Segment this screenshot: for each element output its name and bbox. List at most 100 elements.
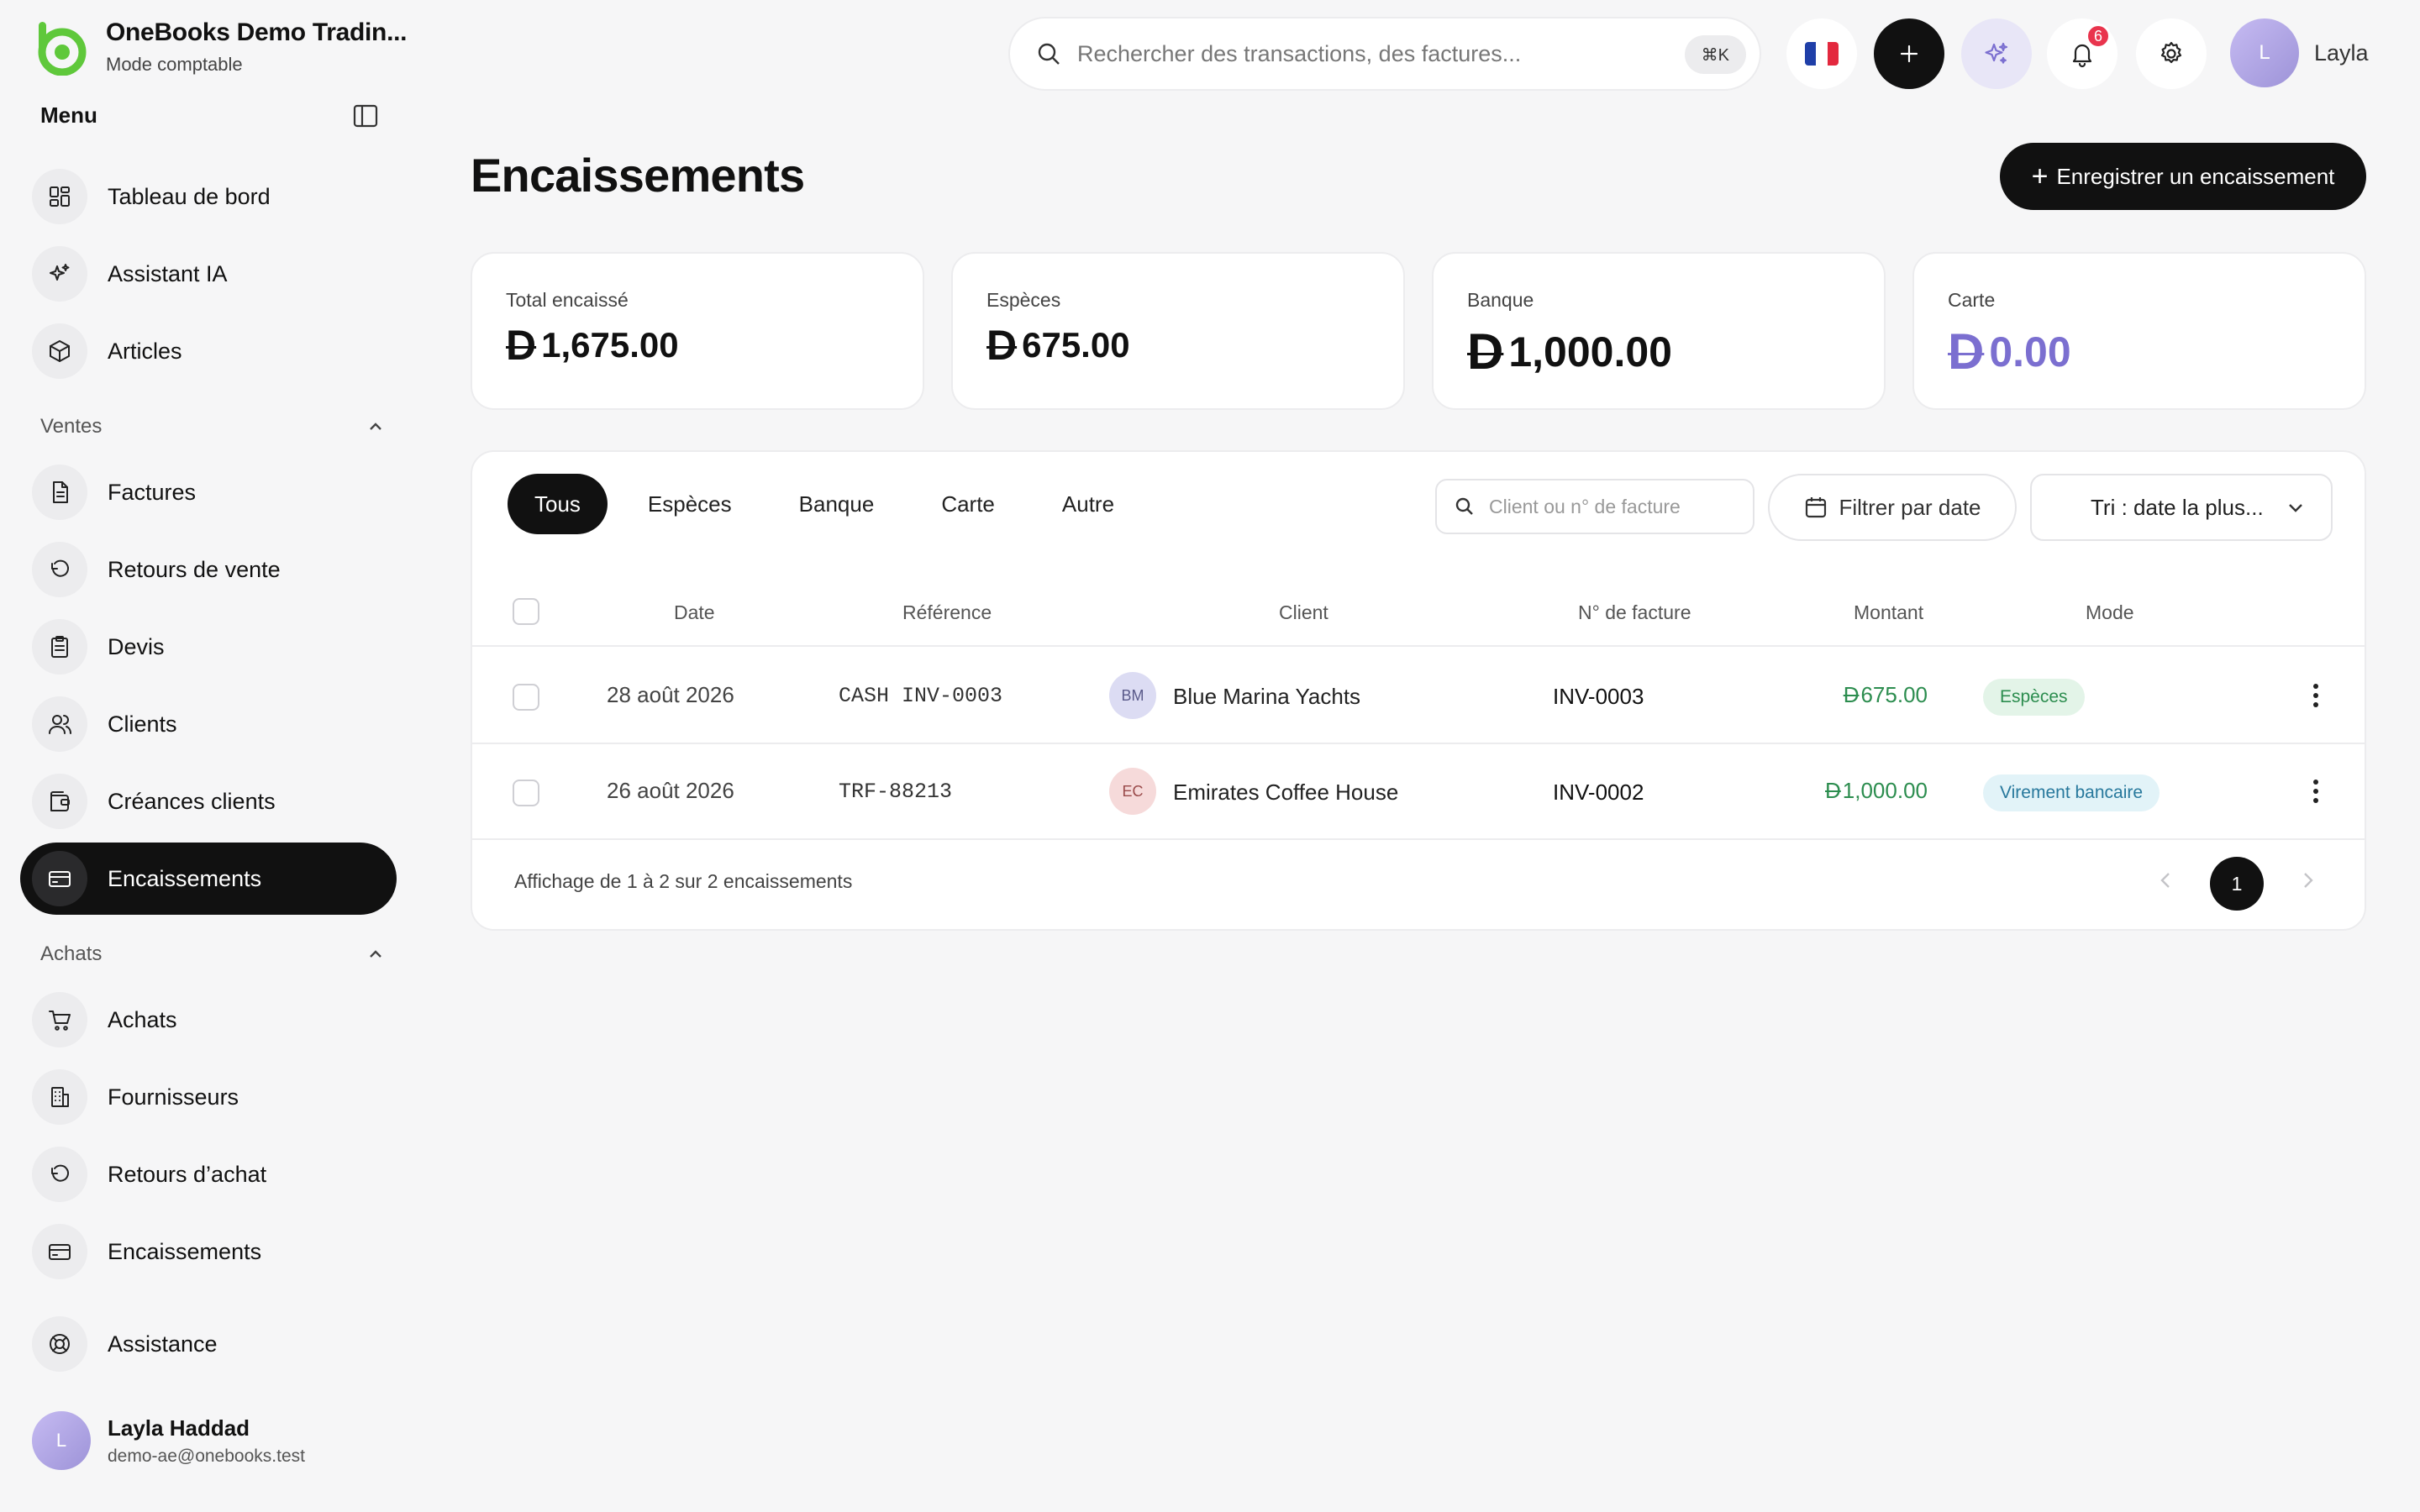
box-icon — [32, 323, 87, 379]
row-actions-icon[interactable] — [2301, 677, 2331, 714]
tab-autre[interactable]: Autre — [1035, 474, 1141, 534]
notifications-button[interactable]: 6 — [2047, 18, 2118, 89]
sidebar-item-retours-d-achat[interactable]: Retours d’achat — [20, 1138, 397, 1210]
row-amount-value: 675.00 — [1860, 682, 1928, 707]
undo-icon-svg — [51, 1164, 69, 1182]
dashboard-icon — [32, 169, 87, 224]
undo-icon — [32, 1147, 87, 1202]
sidebar-item-label: Devis — [108, 633, 165, 659]
col-invoice[interactable]: N° de facture — [1578, 601, 1691, 624]
sparkles-icon — [1985, 42, 2008, 64]
row-client[interactable]: Blue Marina Yachts — [1173, 684, 1360, 710]
table-row[interactable]: 28 août 2026 CASH INV-0003 BM Blue Marina Y… — [472, 648, 2365, 744]
row-actions-icon[interactable] — [2301, 773, 2331, 810]
col-client[interactable]: Client — [1279, 601, 1328, 624]
client-search[interactable] — [1435, 479, 1754, 534]
next-page-button[interactable] — [2291, 864, 2324, 897]
global-search[interactable]: ⌘K — [1008, 17, 1761, 91]
row-amount-value: 1,000.00 — [1842, 778, 1928, 803]
select-all-checkbox[interactable] — [513, 598, 539, 625]
users-icon-svg — [49, 715, 71, 734]
sidebar-item-tableau-de-bord[interactable]: Tableau de bord — [20, 160, 397, 233]
sidebar-item-clients[interactable]: Clients — [20, 688, 397, 760]
quick-add-button[interactable] — [1874, 18, 1944, 89]
row-checkbox[interactable] — [513, 780, 539, 806]
col-reference[interactable]: Référence — [902, 601, 992, 624]
sidebar-item-achats[interactable]: Achats — [20, 984, 397, 1056]
french-flag-icon — [1805, 42, 1839, 66]
row-client[interactable]: Emirates Coffee House — [1173, 780, 1398, 806]
undo-icon — [32, 542, 87, 597]
client-search-input[interactable] — [1489, 495, 1741, 518]
card-icon — [32, 851, 87, 906]
client-avatar: BM — [1109, 672, 1156, 719]
sidebar-item-label: Articles — [108, 338, 182, 364]
sidebar-user-card[interactable]: L Layla Haddad demo-ae@onebooks.test — [32, 1411, 305, 1470]
row-invoice[interactable]: INV-0003 — [1553, 684, 1644, 710]
section-header-ventes[interactable]: Ventes — [40, 415, 385, 438]
stat-label: Carte — [1948, 289, 1996, 311]
calendar-icon — [1806, 497, 1827, 518]
chevron-up-icon — [370, 423, 381, 430]
sidebar-item-devis[interactable]: Devis — [20, 611, 397, 683]
record-payment-button[interactable]: + Enregistrer un encaissement — [2000, 143, 2366, 210]
building-icon — [32, 1069, 87, 1125]
stat-value: D 1,675.00 — [506, 321, 679, 370]
table-row[interactable]: 26 août 2026 TRF-88213 EC Emirates Coffee H… — [472, 744, 2365, 840]
sidebar-item-encaissements[interactable]: Encaissements — [20, 843, 397, 915]
sidebar-item-articles[interactable]: Articles — [20, 315, 397, 387]
section-header-achats[interactable]: Achats — [40, 942, 385, 966]
dirham-icon: D — [986, 322, 1018, 369]
search-shortcut: ⌘K — [1684, 35, 1746, 74]
settings-button[interactable] — [2136, 18, 2207, 89]
col-amount[interactable]: Montant — [1854, 601, 1923, 624]
prev-page-button[interactable] — [2149, 864, 2183, 897]
sidebar-item-retours-de-vente[interactable]: Retours de vente — [20, 533, 397, 606]
language-button[interactable] — [1786, 18, 1857, 89]
row-reference: TRF-88213 — [839, 780, 953, 804]
cart-icon — [32, 992, 87, 1047]
tab-carte[interactable]: Carte — [914, 474, 1022, 534]
building-icon-svg — [51, 1087, 69, 1107]
sidebar-item-creances-clients[interactable]: Créances clients — [20, 765, 397, 837]
global-search-input[interactable] — [1077, 40, 1649, 67]
tab-especes[interactable]: Espèces — [621, 474, 759, 534]
brand-subtitle: Mode comptable — [106, 54, 243, 75]
row-amount: D675.00 — [1844, 682, 1928, 708]
user-name: Layla Haddad — [108, 1415, 250, 1441]
tab-tous[interactable]: Tous — [508, 474, 608, 534]
date-filter-button[interactable]: Filtrer par date — [1768, 474, 2017, 541]
top-user-menu[interactable]: L Layla — [2230, 18, 2369, 87]
ai-assistant-button[interactable] — [1961, 18, 2032, 89]
sidebar-item-assistant-ia[interactable]: Assistant IA — [20, 238, 397, 310]
tab-banque[interactable]: Banque — [772, 474, 902, 534]
sidebar-toggle-icon[interactable] — [353, 104, 378, 128]
invoice-icon-svg — [53, 481, 68, 503]
sidebar-item-encaissements[interactable]: Encaissements — [20, 1215, 397, 1288]
col-mode[interactable]: Mode — [2086, 601, 2134, 624]
card-icon — [32, 1224, 87, 1279]
search-icon — [1038, 43, 1060, 65]
card-icon-svg — [49, 1244, 71, 1260]
row-checkbox[interactable] — [513, 684, 539, 711]
notifications-count: 6 — [2086, 24, 2111, 49]
dirham-icon: D — [1948, 323, 1985, 380]
dashboard-icon-svg — [50, 186, 70, 207]
sort-select[interactable]: Tri : date la plus... — [2030, 474, 2333, 541]
row-invoice[interactable]: INV-0002 — [1553, 780, 1644, 806]
sidebar-item-factures[interactable]: Factures — [20, 456, 397, 528]
user-avatar: L — [32, 1411, 91, 1470]
invoice-icon — [32, 465, 87, 520]
stat-card-carte: Carte D 0.00 — [1912, 252, 2366, 410]
app-root: OneBooks Demo Tradin... Mode comptable M… — [0, 0, 2420, 1512]
sidebar-item-fournisseurs[interactable]: Fournisseurs — [20, 1061, 397, 1133]
record-payment-label: Enregistrer un encaissement — [2056, 163, 2335, 189]
page-1-button[interactable]: 1 — [2210, 857, 2264, 911]
wallet-icon — [32, 774, 87, 829]
clipboard-icon-svg — [51, 636, 68, 658]
brand[interactable]: OneBooks Demo Tradin... Mode comptable — [32, 18, 407, 76]
stat-amount: 1,675.00 — [541, 325, 679, 365]
col-date[interactable]: Date — [674, 601, 715, 624]
sidebar-item-assistance[interactable]: Assistance — [20, 1308, 397, 1380]
lifebuoy-icon-svg — [50, 1334, 70, 1354]
